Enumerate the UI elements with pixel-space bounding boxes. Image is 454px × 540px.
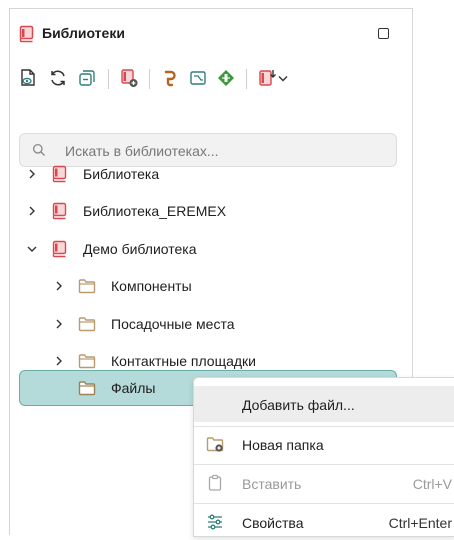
tree-item-label: Контактные площадки xyxy=(111,353,256,369)
chevron-right-icon[interactable] xyxy=(53,279,65,291)
libraries-toolbar xyxy=(10,64,412,94)
toolbar-separator xyxy=(108,69,109,89)
menu-item-label: Вставить xyxy=(242,476,302,492)
folder-icon xyxy=(78,277,96,295)
toolbar-separator xyxy=(246,69,247,89)
tree-item-folder[interactable]: Посадочные места xyxy=(10,305,412,342)
maximize-button[interactable] xyxy=(378,28,389,39)
tree-item-folder[interactable]: Компоненты xyxy=(10,267,412,304)
collapse-all-icon[interactable] xyxy=(76,67,98,89)
add-library-icon[interactable] xyxy=(118,67,140,89)
menu-item-label: Свойства xyxy=(242,515,304,531)
chevron-down-icon[interactable] xyxy=(276,67,290,89)
tree-item-library[interactable]: Библиотека_EREMEX xyxy=(10,192,412,229)
tree-item-label: Библиотека_EREMEX xyxy=(83,203,227,219)
tree-item-label: Компоненты xyxy=(111,278,192,294)
folder-icon xyxy=(78,352,96,370)
refresh-icon[interactable] xyxy=(47,67,69,89)
panel-title: Библиотеки xyxy=(42,25,125,41)
paste-icon xyxy=(206,474,224,492)
chevron-right-icon[interactable] xyxy=(26,167,38,179)
properties-icon xyxy=(206,513,224,531)
component-icon[interactable] xyxy=(215,67,237,89)
library-book-icon xyxy=(51,202,69,220)
menu-item-label: Добавить файл... xyxy=(242,397,355,413)
symbol-icon[interactable] xyxy=(187,67,209,89)
tree-item-label: Файлы xyxy=(111,380,156,396)
panel-title-bar: Библиотеки xyxy=(10,9,412,59)
chevron-right-icon[interactable] xyxy=(53,354,65,366)
library-view-icon[interactable] xyxy=(17,67,39,89)
tree-item-library[interactable]: Демо библиотека xyxy=(10,230,412,267)
menu-item-paste[interactable]: Вставить Ctrl+V xyxy=(194,465,454,501)
tree-item-label: Демо библиотека xyxy=(83,241,197,257)
folder-icon xyxy=(78,315,96,333)
folder-icon xyxy=(78,379,96,397)
menu-item-shortcut: Ctrl+Enter xyxy=(388,515,452,531)
chevron-right-icon[interactable] xyxy=(53,317,65,329)
menu-item-label: Новая папка xyxy=(242,437,324,453)
toolbar-separator xyxy=(149,69,150,89)
menu-item-add-file[interactable]: Добавить файл... xyxy=(194,386,454,422)
menu-item-properties[interactable]: Свойства Ctrl+Enter xyxy=(194,504,454,540)
new-folder-icon xyxy=(206,435,224,453)
link-icon[interactable] xyxy=(158,67,180,89)
tree-item-label: Библиотека xyxy=(83,166,160,182)
chevron-down-icon[interactable] xyxy=(26,242,38,254)
library-book-icon xyxy=(51,165,69,183)
import-icon[interactable] xyxy=(256,67,278,89)
context-menu: Добавить файл... Новая папка Вставить Ct… xyxy=(193,377,454,537)
menu-item-new-folder[interactable]: Новая папка xyxy=(194,426,454,462)
tree-item-library[interactable]: Библиотека xyxy=(10,155,412,192)
library-book-icon xyxy=(51,240,69,258)
library-book-icon xyxy=(19,25,35,43)
chevron-right-icon[interactable] xyxy=(26,204,38,216)
menu-item-shortcut: Ctrl+V xyxy=(412,476,452,492)
tree-item-label: Посадочные места xyxy=(111,316,235,332)
